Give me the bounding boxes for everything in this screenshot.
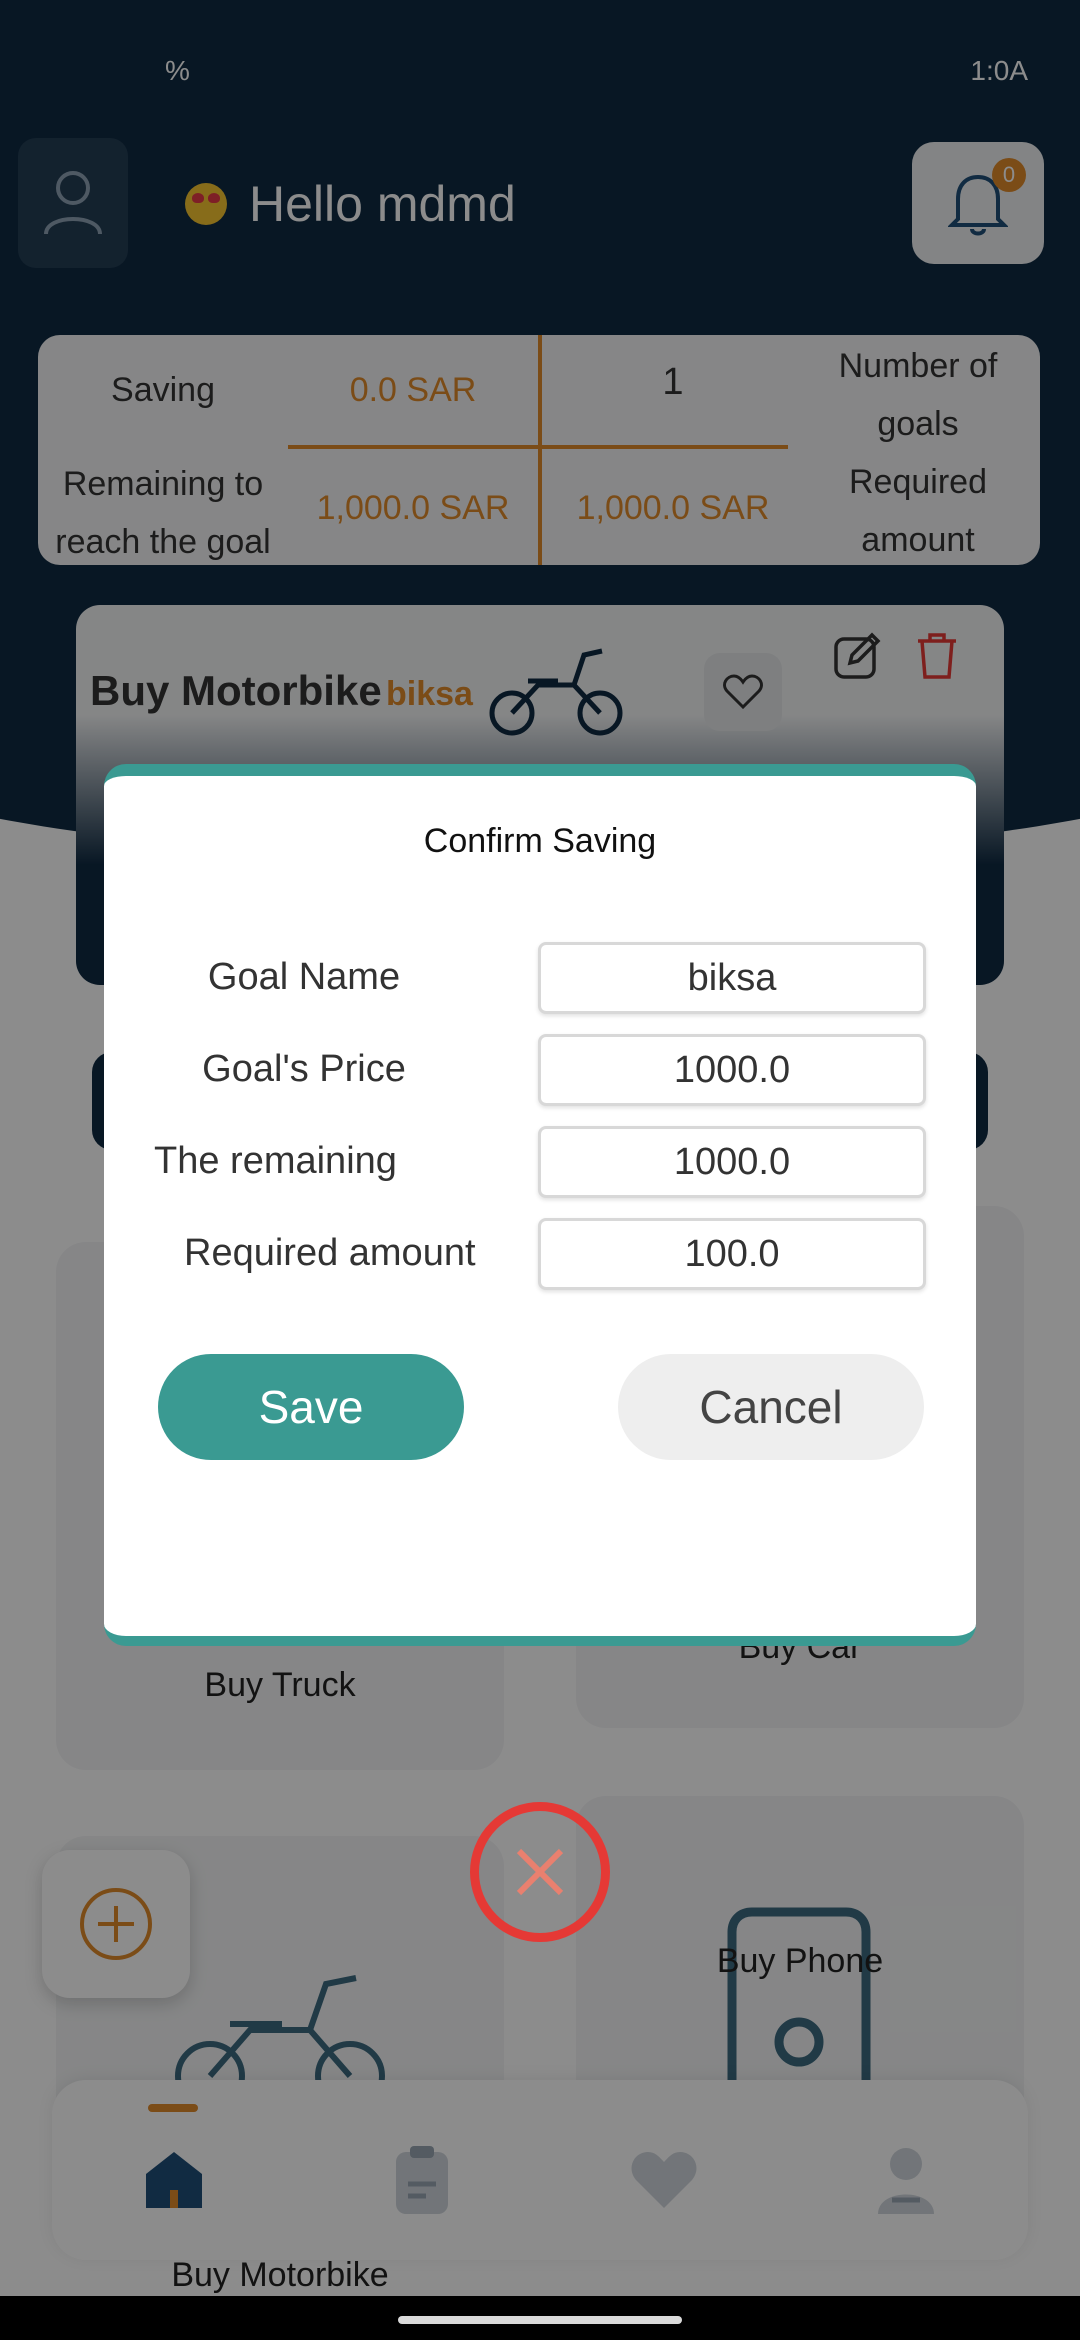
remaining-field[interactable] <box>538 1126 926 1198</box>
goal-price-label: Goal's Price <box>202 1048 406 1090</box>
dialog-title: Confirm Saving <box>423 822 657 860</box>
save-button[interactable]: Save <box>158 1354 464 1460</box>
required-amount-field[interactable] <box>538 1218 926 1290</box>
remaining-label: The remaining <box>154 1140 397 1182</box>
required-amount-row: Required amount <box>104 1218 976 1290</box>
confirm-saving-dialog: Confirm Saving Goal Name Goal's Price Th… <box>104 764 976 1646</box>
goal-name-label: Goal Name <box>207 956 401 998</box>
goal-price-field[interactable] <box>538 1034 926 1106</box>
remaining-row: The remaining <box>104 1126 976 1198</box>
goal-name-field[interactable] <box>538 942 926 1014</box>
goal-name-row: Goal Name <box>104 942 976 1014</box>
required-amount-label: Required amount <box>184 1232 476 1274</box>
cancel-button[interactable]: Cancel <box>618 1354 924 1460</box>
close-dialog-button[interactable] <box>470 1802 610 1942</box>
goal-price-row: Goal's Price <box>104 1034 976 1106</box>
home-gesture-handle[interactable] <box>398 2316 682 2324</box>
close-icon <box>516 1848 564 1896</box>
system-navigation-bar <box>0 2296 1080 2340</box>
